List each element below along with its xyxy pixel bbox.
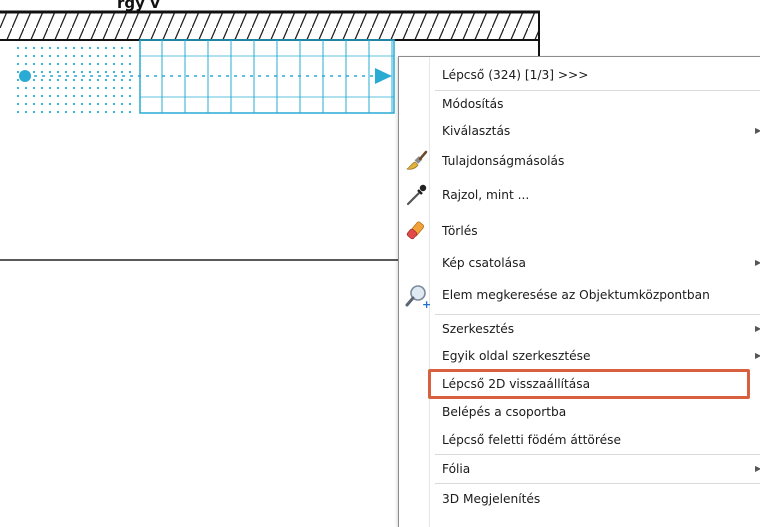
menu-item-3d-view[interactable]: 3D Megjelenítés xyxy=(399,486,760,512)
eyedropper-icon xyxy=(404,183,428,207)
submenu-arrow-icon: ▶ xyxy=(755,126,760,135)
menu-item-label: Szerkesztés xyxy=(442,322,515,336)
menu-item-edit[interactable]: Szerkesztés ▶ xyxy=(399,316,760,342)
submenu-arrow-icon: ▶ xyxy=(755,464,760,473)
paint-brush-icon xyxy=(404,149,428,173)
context-menu[interactable]: Lépcső (324) [1/3] >>> Módosítás Kiválas… xyxy=(398,56,760,527)
top-caption: rgy v xyxy=(117,0,160,12)
menu-item-label: Lépcső (324) [1/3] >>> xyxy=(442,68,589,82)
menu-item-label: Törlés xyxy=(442,224,478,238)
menu-item-cut-slab-above-stair[interactable]: Lépcső feletti födém áttörése xyxy=(399,427,760,453)
menu-item-modify[interactable]: Módosítás xyxy=(399,91,760,117)
menu-item-label: Tulajdonságmásolás xyxy=(442,154,565,168)
menu-item-delete[interactable]: Törlés xyxy=(399,218,760,244)
menu-item-label: Elem megkeresése az Objektumközpontban xyxy=(442,288,710,302)
menu-item-label: Módosítás xyxy=(442,97,504,111)
menu-item-label: Belépés a csoportba xyxy=(442,405,567,419)
menu-item-label: Fólia xyxy=(442,462,471,476)
menu-item-draw-like[interactable]: Rajzol, mint ... xyxy=(399,182,760,208)
menu-item-copy-properties[interactable]: Tulajdonságmásolás xyxy=(399,148,760,174)
menu-separator xyxy=(435,483,760,484)
hatched-wall xyxy=(0,10,540,56)
menu-item-label: Kép csatolása xyxy=(442,256,526,270)
submenu-arrow-icon: ▶ xyxy=(755,324,760,333)
menu-separator xyxy=(435,454,760,455)
menu-item-label: Lépcső feletti födém áttörése xyxy=(442,433,621,447)
menu-item-attach-image[interactable]: Kép csatolása ▶ xyxy=(399,250,760,276)
magnifier-add-icon: + xyxy=(404,283,431,311)
menu-item-select[interactable]: Kiválasztás ▶ xyxy=(399,118,760,144)
menu-item-label: Rajzol, mint ... xyxy=(442,188,530,202)
menu-item-find-in-object-center[interactable]: + Elem megkeresése az Objektumközpontban xyxy=(399,282,760,311)
stair-landing-dots xyxy=(16,46,132,114)
menu-item-label: Kiválasztás xyxy=(442,124,511,138)
menu-separator xyxy=(435,314,760,315)
menu-item-layer[interactable]: Fólia ▶ xyxy=(399,456,760,482)
stair-direction-line xyxy=(19,68,392,84)
menu-item-enter-group[interactable]: Belépés a csoportba xyxy=(399,399,760,425)
svg-text:+: + xyxy=(422,298,430,309)
menu-item-edit-one-side[interactable]: Egyik oldal szerkesztése ▶ xyxy=(399,343,760,369)
menu-item-label: 3D Megjelenítés xyxy=(442,492,541,506)
menu-item-stair-info[interactable]: Lépcső (324) [1/3] >>> xyxy=(399,62,760,88)
menu-item-label: Egyik oldal szerkesztése xyxy=(442,349,591,363)
submenu-arrow-icon: ▶ xyxy=(755,351,760,360)
highlight-box xyxy=(428,369,750,399)
eraser-icon xyxy=(404,219,428,243)
submenu-arrow-icon: ▶ xyxy=(755,258,760,267)
